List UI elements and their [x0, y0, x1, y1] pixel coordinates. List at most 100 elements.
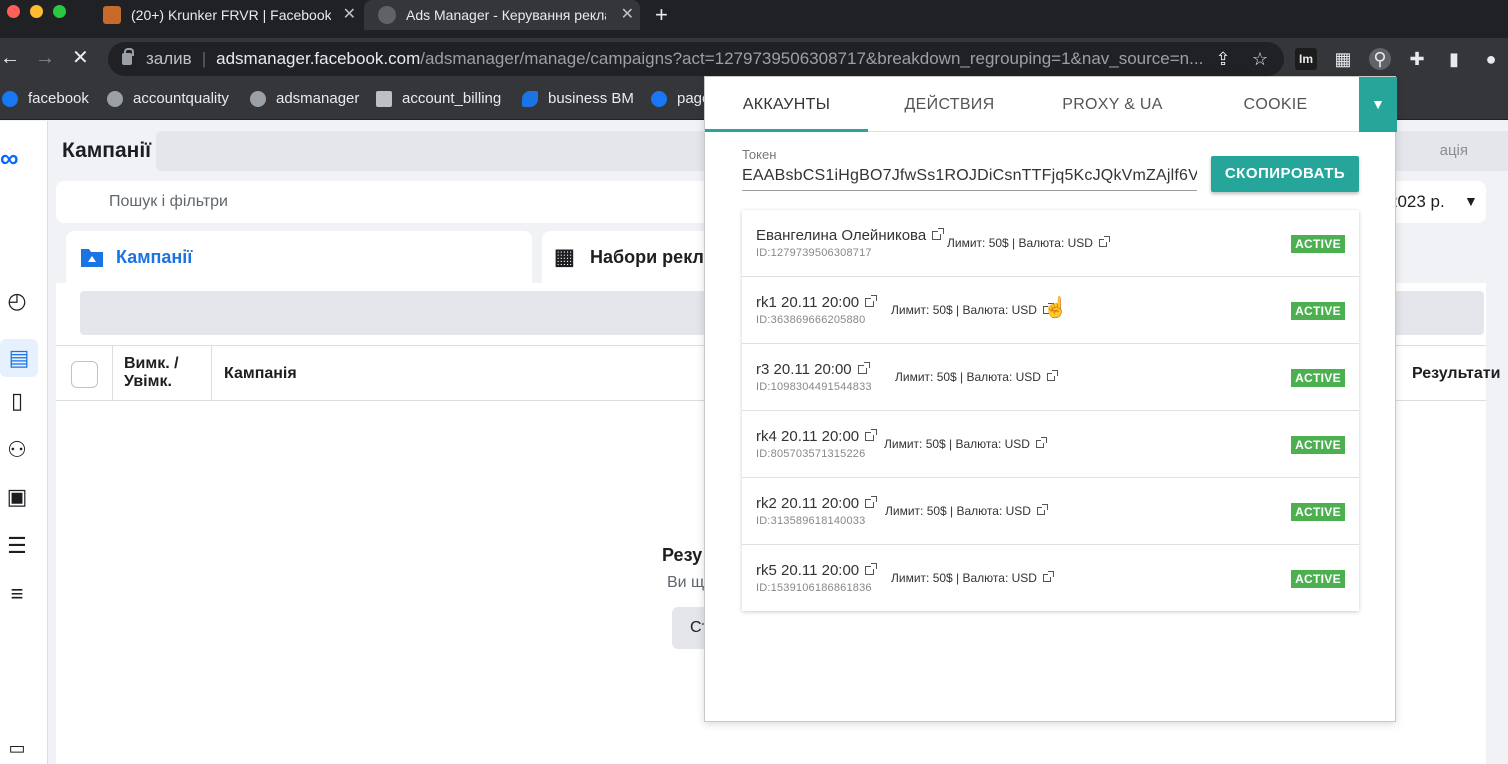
account-name-row: r3 20.11 20:00 — [756, 361, 870, 378]
account-limit-row: Лимит: 50$ | Валюта: USD — [891, 571, 1054, 585]
account-name[interactable]: rk2 20.11 20:00 — [756, 495, 859, 512]
token-label: Токен — [742, 147, 777, 162]
meta-logo-icon[interactable]: ∞ — [0, 143, 19, 174]
billing-database-icon[interactable]: ☰ — [2, 531, 32, 561]
maximize-window-button[interactable] — [53, 5, 66, 18]
bookmark-facebook[interactable]: facebook — [2, 90, 89, 107]
browser-tab-krunker[interactable]: (20+) Krunker FRVR | Facebook ✕ — [100, 0, 362, 30]
menu-hamburger-icon[interactable]: ≡ — [2, 579, 32, 609]
tab-actions[interactable]: ДЕЙСТВИЯ — [868, 77, 1031, 132]
account-name[interactable]: rk5 20.11 20:00 — [756, 562, 859, 579]
external-link-icon[interactable] — [865, 496, 878, 508]
external-link-icon[interactable] — [857, 362, 870, 374]
tab-accounts[interactable]: АККАУНТЫ — [705, 77, 868, 132]
column-header-toggle[interactable]: Вимк. / Увімк. — [124, 355, 194, 391]
back-arrow-icon[interactable]: ← — [0, 47, 20, 69]
hand-pointer-cursor-icon: ☝ — [1043, 297, 1068, 319]
close-tab-icon[interactable]: ✕ — [343, 4, 356, 24]
address-bar[interactable]: залив | adsmanager.facebook.com/adsmanag… — [108, 42, 1284, 76]
side-panel-icon[interactable]: ▮ — [1443, 48, 1465, 70]
campaigns-table-icon[interactable]: ▤ — [0, 339, 38, 377]
meta-icon — [522, 90, 538, 107]
url-path: /adsmanager/manage/campaigns?act=1279739… — [420, 49, 1204, 68]
ad-creatives-icon[interactable]: ▣ — [2, 482, 32, 512]
account-name[interactable]: Евангелина Олейникова — [756, 227, 926, 244]
profile-icon[interactable]: ● — [1480, 48, 1502, 70]
popup-menu-dropdown-icon[interactable]: ▼ — [1359, 77, 1397, 132]
url-host: adsmanager.facebook.com — [216, 49, 421, 68]
chevron-down-icon[interactable]: ▼ — [1464, 193, 1478, 209]
status-badge: ACTIVE — [1291, 302, 1345, 320]
empty-state-title: Резу — [662, 545, 703, 565]
page-title: Кампанії — [62, 139, 152, 162]
column-header-campaign[interactable]: Кампанія — [224, 365, 297, 383]
tab-cookie[interactable]: COOKIE — [1194, 77, 1357, 132]
copy-token-button[interactable]: СКОПИРОВАТЬ — [1211, 156, 1359, 192]
extension-im-icon[interactable]: Im — [1295, 48, 1317, 70]
status-badge: ACTIVE — [1291, 369, 1345, 387]
external-link-icon[interactable] — [865, 429, 878, 441]
account-id: ID:1539106186861836 — [756, 582, 872, 594]
close-tab-icon[interactable]: ✕ — [621, 4, 634, 24]
tab-campaigns[interactable]: Кампанії — [66, 231, 532, 283]
external-link-icon[interactable] — [1035, 437, 1047, 448]
audiences-icon[interactable]: ⚇ — [2, 435, 32, 465]
popup-tabs: АККАУНТЫ ДЕЙСТВИЯ PROXY & UA COOKIE — [705, 77, 1359, 132]
bookmark-business-bm[interactable]: business BM — [522, 90, 634, 107]
external-link-icon[interactable] — [1046, 370, 1058, 381]
list-item[interactable]: Евангелина Олейникова ID:127973950630871… — [742, 210, 1359, 277]
forward-arrow-icon[interactable]: → — [35, 47, 55, 69]
date-range-label[interactable]: 2023 р. — [1388, 192, 1445, 212]
select-all-checkbox[interactable] — [71, 361, 98, 388]
extension-search-icon[interactable]: ⚲ — [1369, 48, 1391, 70]
qr-code-icon[interactable]: ▦ — [1332, 48, 1354, 70]
bookmark-page[interactable]: page — [651, 90, 710, 107]
account-limit-row: Лимит: 50$ | Валюта: USD — [891, 303, 1054, 317]
list-item[interactable]: rk4 20.11 20:00 ID:805703571315226 Лимит… — [742, 411, 1359, 478]
account-limit: Лимит: 50$ | Валюта: USD — [891, 571, 1037, 585]
account-name[interactable]: rk1 20.11 20:00 — [756, 294, 859, 311]
bookmark-account-billing[interactable]: account_billing — [376, 90, 501, 107]
external-link-icon[interactable] — [865, 563, 878, 575]
status-badge: ACTIVE — [1291, 570, 1345, 588]
grid-icon: ▦ — [554, 244, 575, 269]
external-link-icon[interactable] — [1042, 571, 1054, 582]
header-extra-button[interactable] — [1474, 131, 1508, 171]
external-link-icon[interactable] — [865, 295, 878, 307]
empty-state-subtitle: Ви щ — [667, 574, 705, 591]
account-limit-row: Лимит: 50$ | Валюта: USD — [895, 370, 1058, 384]
account-limit-row: Лимит: 50$ | Валюта: USD — [884, 437, 1047, 451]
list-item[interactable]: rk2 20.11 20:00 ID:313589618140033 Лимит… — [742, 478, 1359, 545]
external-link-icon[interactable] — [1036, 504, 1048, 515]
tab-proxy-ua[interactable]: PROXY & UA — [1031, 77, 1194, 132]
bookmark-accountquality[interactable]: accountquality — [107, 90, 229, 107]
extensions-puzzle-icon[interactable]: ✚ — [1406, 48, 1428, 70]
reports-icon[interactable]: ▯ — [2, 386, 32, 416]
column-header-results[interactable]: Результати — [1412, 365, 1500, 383]
news-icon[interactable]: ▭ — [2, 733, 32, 763]
browser-tab-bar: (20+) Krunker FRVR | Facebook ✕ Ads Mana… — [0, 0, 1508, 38]
account-limit: Лимит: 50$ | Валюта: USD — [891, 303, 1037, 317]
lock-icon — [122, 48, 134, 65]
profile-label: залив — [146, 49, 192, 68]
bookmark-star-icon[interactable]: ☆ — [1249, 48, 1271, 70]
account-name-row: rk2 20.11 20:00 — [756, 495, 878, 512]
url-separator: | — [201, 49, 207, 68]
browser-tab-ads-manager[interactable]: Ads Manager - Керування рекламою ✕ — [364, 0, 640, 30]
minimize-window-button[interactable] — [30, 5, 43, 18]
bookmark-label: facebook — [28, 90, 89, 107]
bookmark-adsmanager[interactable]: adsmanager — [250, 90, 359, 107]
account-name[interactable]: r3 20.11 20:00 — [756, 361, 852, 378]
new-tab-plus-icon[interactable]: + — [655, 2, 668, 28]
account-name[interactable]: rk4 20.11 20:00 — [756, 428, 859, 445]
share-icon[interactable]: ⇪ — [1212, 48, 1234, 70]
token-field[interactable]: EAABsbCS1iHgBO7JfwSs1ROJDiCsnTTFjq5KcJQk… — [742, 167, 1197, 191]
stop-loading-icon[interactable]: ✕ — [72, 47, 89, 69]
close-window-button[interactable] — [7, 5, 20, 18]
external-link-icon[interactable] — [932, 228, 945, 240]
external-link-icon[interactable] — [1098, 236, 1110, 247]
list-item[interactable]: rk5 20.11 20:00 ID:1539106186861836 Лими… — [742, 545, 1359, 612]
dashboard-gauge-icon[interactable]: ◴ — [2, 286, 32, 316]
list-item[interactable]: r3 20.11 20:00 ID:1098304491544833 Лимит… — [742, 344, 1359, 411]
billing-icon — [376, 90, 392, 107]
